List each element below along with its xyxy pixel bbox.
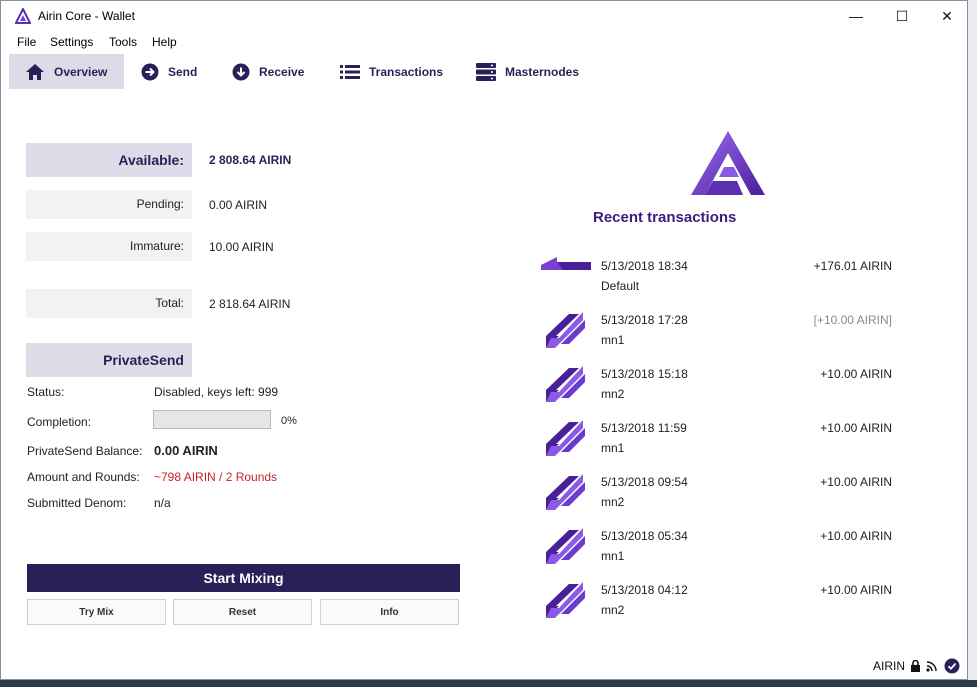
mint-arrow-icon [546,312,585,348]
transaction-date: 5/13/2018 05:34 [601,529,688,543]
transaction-label: mn2 [601,603,625,617]
title-bar[interactable]: Airin Core - Wallet — ☐ ✕ [1,1,967,31]
transaction-date: 5/13/2018 04:12 [601,583,688,597]
privatesend-header: PrivateSend [26,343,192,377]
mint-arrow-icon [546,420,585,456]
ps-completion-progress [153,410,271,429]
ps-status-value: Disabled, keys left: 999 [154,385,279,399]
receive-icon [232,63,250,80]
immature-value: 10.00 AIRIN [209,240,274,254]
transaction-label: mn1 [601,549,625,563]
menu-file[interactable]: File [17,35,36,49]
tab-transactions-label: Transactions [369,64,444,79]
pending-value: 0.00 AIRIN [209,198,268,212]
network-icon [926,661,937,672]
transaction-row[interactable]: 5/13/2018 11:59 mn1 +10.00 AIRIN [539,418,899,468]
transaction-date: 5/13/2018 17:28 [601,313,688,327]
mint-arrow-icon [546,366,585,402]
transaction-label: mn1 [601,441,625,455]
transaction-row[interactable]: 5/13/2018 17:28 mn1 [+10.00 AIRIN] [539,310,899,360]
mint-arrow-icon [546,474,585,510]
tab-send-label: Send [168,64,198,79]
tab-receive[interactable]: Receive [232,54,304,89]
airin-logo-icon [15,8,31,24]
transaction-label: mn1 [601,333,625,347]
tab-masternodes[interactable]: Masternodes [476,54,579,89]
synced-icon [944,658,960,674]
send-icon [141,63,159,80]
try-mix-button[interactable]: Try Mix [27,599,166,625]
minimize-button[interactable]: — [833,1,879,31]
transaction-amount: [+10.00 AIRIN] [813,313,892,327]
transaction-amount: +10.00 AIRIN [820,583,892,597]
menu-help[interactable]: Help [152,35,177,49]
transaction-amount: +176.01 AIRIN [813,259,892,273]
transaction-row[interactable]: 5/13/2018 15:18 mn2 +10.00 AIRIN [539,364,899,414]
start-mixing-button[interactable]: Start Mixing [27,564,460,592]
available-label: Available: [26,143,192,177]
transaction-date: 5/13/2018 11:59 [601,421,687,435]
ps-status-label: Status: [27,385,65,399]
masternodes-icon [476,62,496,81]
pending-label: Pending: [26,190,192,219]
total-value: 2 818.64 AIRIN [209,297,291,311]
available-value: 2 808.64 AIRIN [209,153,292,167]
info-button[interactable]: Info [320,599,459,625]
tab-receive-label: Receive [259,64,305,79]
transaction-row[interactable]: 5/13/2018 18:34 Default +176.01 AIRIN [539,256,899,306]
transaction-amount: +10.00 AIRIN [820,529,892,543]
maximize-button[interactable]: ☐ [879,1,925,31]
transaction-amount: +10.00 AIRIN [820,367,892,381]
mint-arrow-icon [546,528,585,564]
menu-settings[interactable]: Settings [50,35,93,49]
desktop-background [968,0,977,687]
tab-masternodes-label: Masternodes [505,64,580,79]
wallet-window: Airin Core - Wallet — ☐ ✕ File Settings … [0,0,968,680]
close-button[interactable]: ✕ [924,1,967,31]
tab-overview[interactable]: Overview [9,54,124,89]
ps-denom-value: n/a [154,496,171,510]
transaction-row[interactable]: 5/13/2018 04:12 mn2 +10.00 AIRIN [539,580,899,630]
transaction-label: mn2 [601,495,625,509]
transaction-date: 5/13/2018 15:18 [601,367,688,381]
ps-denom-label: Submitted Denom: [27,496,127,510]
ps-balance-value: 0.00 AIRIN [154,443,218,458]
status-bar: AIRIN [868,658,960,674]
transaction-row[interactable]: 5/13/2018 09:54 mn2 +10.00 AIRIN [539,472,899,522]
reset-button[interactable]: Reset [173,599,312,625]
transaction-date: 5/13/2018 09:54 [601,475,688,489]
menu-tools[interactable]: Tools [109,35,137,49]
tab-send[interactable]: Send [141,54,197,89]
transaction-label: Default [601,279,640,293]
unit-label[interactable]: AIRIN [873,659,905,673]
main-toolbar: Overview Send Receive Transactions Maste… [1,54,967,89]
transaction-row[interactable]: 5/13/2018 05:34 mn1 +10.00 AIRIN [539,526,899,576]
window-title: Airin Core - Wallet [38,9,135,23]
received-arrow-icon [541,257,591,270]
recent-transactions-title: Recent transactions [593,209,737,226]
airin-brand-logo [691,131,765,195]
transactions-icon [340,64,360,79]
transaction-amount: +10.00 AIRIN [820,421,892,435]
taskbar-edge [0,680,977,687]
immature-label: Immature: [26,232,192,261]
lock-icon [911,660,920,672]
mint-arrow-icon [546,582,585,618]
ps-completion-percent: 0% [281,415,297,427]
total-label: Total: [26,289,192,318]
transaction-amount: +10.00 AIRIN [820,475,892,489]
ps-rounds-value: ~798 AIRIN / 2 Rounds [154,470,278,484]
tab-transactions[interactable]: Transactions [340,54,443,89]
ps-rounds-label: Amount and Rounds: [27,470,140,484]
transaction-label: mn2 [601,387,625,401]
ps-balance-label: PrivateSend Balance: [27,444,143,458]
tab-overview-label: Overview [54,64,108,79]
transaction-date: 5/13/2018 18:34 [601,259,688,273]
home-icon [26,63,44,80]
ps-completion-label: Completion: [27,415,92,429]
